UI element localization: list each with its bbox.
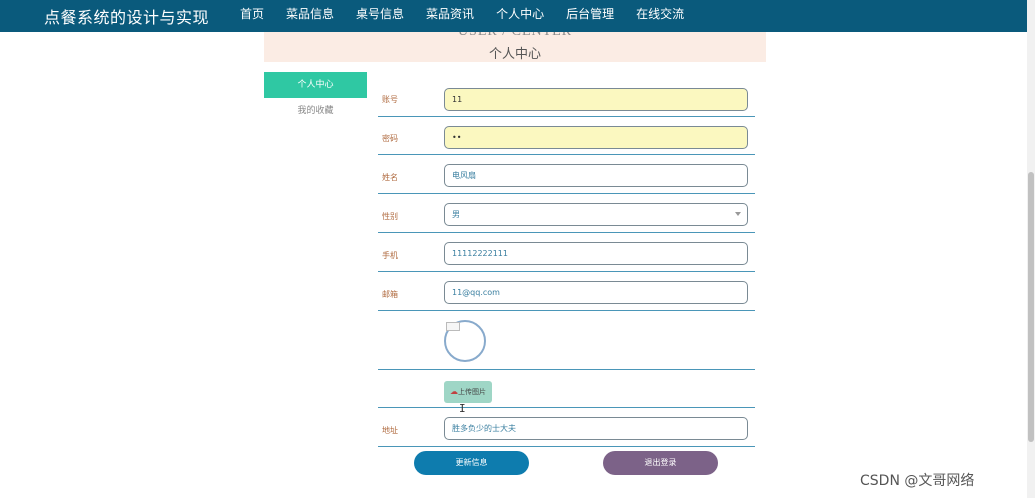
gender-select[interactable]: 男	[444, 203, 748, 226]
nav-tables[interactable]: 桌号信息	[345, 0, 415, 32]
phone-label: 手机	[382, 251, 398, 260]
gender-row: 性别 男	[378, 194, 755, 233]
update-info-button[interactable]: 更新信息	[414, 451, 529, 475]
nav-chat[interactable]: 在线交流	[625, 0, 695, 32]
text-cursor-icon: I	[459, 402, 466, 415]
phone-row: 手机	[378, 233, 755, 272]
scrollbar[interactable]	[1027, 0, 1035, 498]
profile-form: 账号 密码 姓名 性别 男 手机 邮箱 ☁上传图片 地址	[378, 80, 755, 447]
password-label: 密码	[382, 134, 398, 143]
address-field[interactable]	[444, 417, 748, 440]
email-label: 邮箱	[382, 290, 398, 299]
page-banner: USER / CENTER 个人中心	[264, 32, 766, 62]
phone-field[interactable]	[444, 242, 748, 265]
address-label: 地址	[382, 426, 398, 435]
name-label: 姓名	[382, 173, 398, 182]
logout-button[interactable]: 退出登录	[603, 451, 718, 475]
address-row: 地址	[378, 408, 755, 447]
scrollbar-thumb[interactable]	[1028, 172, 1034, 442]
account-field[interactable]	[444, 88, 748, 111]
sidebar-item-favorites[interactable]: 我的收藏	[264, 98, 367, 124]
avatar-row	[378, 311, 755, 370]
chevron-down-icon	[735, 212, 741, 216]
password-row: 密码	[378, 117, 755, 155]
banner-title-en: USER / CENTER	[264, 32, 766, 40]
nav-admin[interactable]: 后台管理	[555, 0, 625, 32]
banner-title: 个人中心	[488, 47, 541, 62]
sidebar-item-user-center[interactable]: 个人中心	[264, 72, 367, 98]
email-row: 邮箱	[378, 272, 755, 311]
email-field[interactable]	[444, 281, 748, 304]
avatar-image	[444, 320, 486, 362]
cloud-upload-icon: ☁	[450, 387, 458, 396]
nav-dish-news[interactable]: 菜品资讯	[415, 0, 485, 32]
nav-user-center[interactable]: 个人中心	[485, 0, 555, 32]
upload-image-button[interactable]: ☁上传图片	[444, 381, 492, 403]
gender-selected-value: 男	[452, 210, 460, 219]
account-label: 账号	[382, 95, 398, 104]
top-navbar: 点餐系统的设计与实现 首页 菜品信息 桌号信息 菜品资讯 个人中心 后台管理 在…	[0, 0, 1035, 32]
name-field[interactable]	[444, 164, 748, 187]
broken-image-icon	[446, 322, 460, 331]
site-title: 点餐系统的设计与实现	[44, 8, 210, 27]
upload-label: 上传图片	[458, 388, 486, 396]
sidebar-menu: 个人中心 我的收藏	[264, 72, 367, 124]
gender-label: 性别	[382, 212, 398, 221]
watermark: CSDN @文哥网络	[860, 473, 975, 489]
account-row: 账号	[378, 80, 755, 117]
nav-home[interactable]: 首页	[240, 0, 275, 32]
upload-row: ☁上传图片	[378, 370, 755, 408]
name-row: 姓名	[378, 155, 755, 194]
main-nav: 首页 菜品信息 桌号信息 菜品资讯 个人中心 后台管理 在线交流	[240, 0, 695, 32]
password-field[interactable]	[444, 126, 748, 149]
nav-dishes[interactable]: 菜品信息	[275, 0, 345, 32]
